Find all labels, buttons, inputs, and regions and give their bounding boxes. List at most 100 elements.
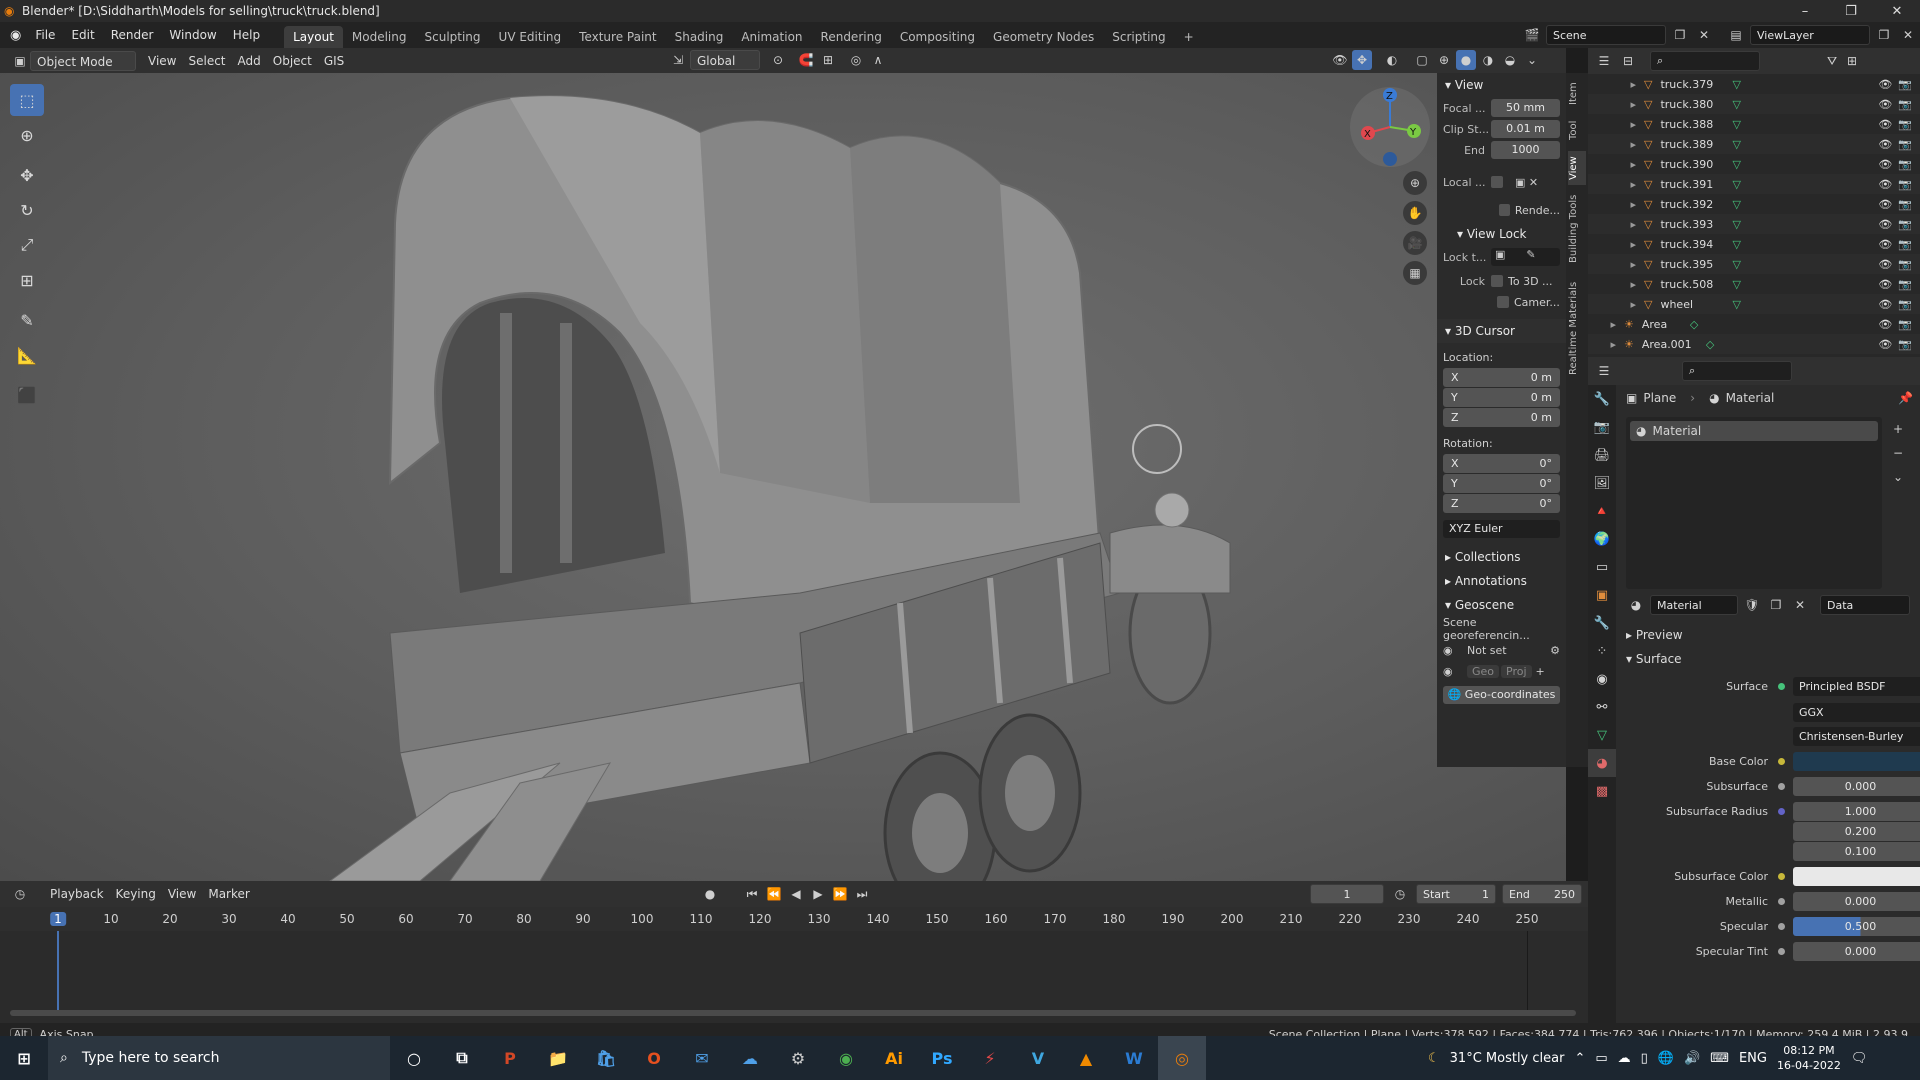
outliner-row[interactable]: ▸ ▽ truck.388 ▽ 👁 📷 <box>1588 114 1920 134</box>
subsurface-method-selector[interactable]: Christensen-Burley <box>1793 726 1920 746</box>
viewport-menu-object[interactable]: Object <box>267 51 318 71</box>
cortana-icon[interactable]: ○ <box>390 1036 438 1080</box>
cursor-location-y[interactable]: Y0 m <box>1443 388 1560 407</box>
powerpoint-icon[interactable]: P <box>486 1036 534 1080</box>
view-layer-properties-icon[interactable]: 🖼 <box>1588 469 1616 497</box>
menu-help[interactable]: Help <box>225 22 268 48</box>
menu-file[interactable]: File <box>27 22 63 48</box>
start-frame-field[interactable]: Start 1 <box>1416 884 1496 904</box>
surface-shader-selector[interactable]: Principled BSDF <box>1793 676 1920 696</box>
eye-icon[interactable]: 👁 <box>1878 138 1892 151</box>
timeline-scrollbar[interactable] <box>10 1010 1576 1016</box>
delete-view-layer-icon[interactable]: ✕ <box>1898 25 1918 45</box>
outliner-row[interactable]: ▸ ▽ truck.392 ▽ 👁 📷 <box>1588 194 1920 214</box>
render-camera-icon[interactable]: 📷 <box>1898 238 1912 251</box>
snap-target-icon[interactable]: ⊞ <box>818 50 838 70</box>
physics-properties-icon[interactable]: ◉ <box>1588 665 1616 693</box>
camera-picker-icon[interactable]: ▣ ✕ <box>1515 176 1538 189</box>
keyboard-icon[interactable]: ⌨ <box>1710 1051 1729 1066</box>
tab-building-tools[interactable]: Building Tools <box>1568 191 1586 267</box>
chrome-icon[interactable]: ◉ <box>822 1036 870 1080</box>
render-camera-icon[interactable]: 📷 <box>1898 318 1912 331</box>
tab-uv-editing[interactable]: UV Editing <box>490 26 571 48</box>
photoshop-icon[interactable]: Ps <box>918 1036 966 1080</box>
new-scene-icon[interactable]: ❐ <box>1670 25 1690 45</box>
tray-device-icon[interactable]: ▭ <box>1595 1051 1607 1066</box>
view-panel-header[interactable]: ▾ View <box>1437 73 1566 97</box>
render-camera-icon[interactable]: 📷 <box>1898 138 1912 151</box>
navigation-gizmo[interactable]: Z X Y <box>1350 87 1430 167</box>
cursor-rotation-y[interactable]: Y 0° <box>1443 474 1560 493</box>
tab-rendering[interactable]: Rendering <box>812 26 891 48</box>
modifier-properties-icon[interactable]: 🔧 <box>1588 609 1616 637</box>
tray-cloud-icon[interactable]: ☁ <box>1618 1051 1631 1066</box>
volume-icon[interactable]: 🔊 <box>1684 1051 1700 1066</box>
file-explorer-icon[interactable]: 📁 <box>534 1036 582 1080</box>
play-reverse-icon[interactable]: ◀ <box>786 884 806 904</box>
lock-camera-checkbox[interactable] <box>1497 296 1509 308</box>
render-region-checkbox[interactable] <box>1499 204 1510 216</box>
jump-end-icon[interactable]: ⏭ <box>852 884 872 904</box>
fake-user-icon[interactable]: 🛡 <box>1742 595 1762 615</box>
tab-geometry-nodes[interactable]: Geometry Nodes <box>984 26 1103 48</box>
geoscene-header[interactable]: ▾ Geoscene <box>1437 593 1566 617</box>
preview-panel-header[interactable]: ▸ Preview <box>1626 625 1683 645</box>
editor-type-icon[interactable]: ▣ <box>10 51 30 71</box>
pivot-point-icon[interactable]: ⊙ <box>768 50 788 70</box>
outliner-row[interactable]: ▸ ▽ truck.391 ▽ 👁 📷 <box>1588 174 1920 194</box>
outliner-row[interactable]: ▸ ▽ truck.380 ▽ 👁 📷 <box>1588 94 1920 114</box>
rendered-shading-icon[interactable]: ◒ <box>1500 50 1520 70</box>
outliner-editor-icon[interactable]: ☰ <box>1594 51 1614 71</box>
network-icon[interactable]: 🌐 <box>1658 1051 1674 1066</box>
eye-icon[interactable]: 👁 <box>1878 78 1892 91</box>
outliner-row[interactable]: ▸ ▽ truck.389 ▽ 👁 📷 <box>1588 134 1920 154</box>
rotation-mode-selector[interactable]: XYZ Euler <box>1443 520 1560 538</box>
tab-texture-paint[interactable]: Texture Paint <box>570 26 665 48</box>
scene-selector[interactable]: Scene <box>1546 25 1666 45</box>
settings-app-icon[interactable]: ⚙ <box>774 1036 822 1080</box>
vray-icon[interactable]: V <box>1014 1036 1062 1080</box>
language-indicator[interactable]: ENG <box>1739 1051 1767 1066</box>
wireframe-shading-icon[interactable]: ⊕ <box>1434 50 1454 70</box>
snap-icon[interactable]: 🧲 <box>796 50 816 70</box>
timeline-editor-icon[interactable]: ◷ <box>10 884 30 904</box>
tool-settings-icon[interactable]: 🔧 <box>1588 385 1616 413</box>
collection-properties-icon[interactable]: ▭ <box>1588 553 1616 581</box>
3d-viewport[interactable]: Z X Y ⊕ ✋ 🎥 ▦ <box>0 73 1566 881</box>
pan-hand-icon[interactable]: ✋ <box>1403 201 1427 225</box>
render-camera-icon[interactable]: 📷 <box>1898 258 1912 271</box>
rotate-tool-icon[interactable]: ↻ <box>10 194 44 226</box>
outliner-row[interactable]: ▸ ☀ Area ◇ 👁 📷 <box>1588 314 1920 334</box>
end-frame-field[interactable]: End 250 <box>1502 884 1582 904</box>
windows-start-icon[interactable]: ⊞ <box>0 1036 48 1080</box>
properties-editor-icon[interactable]: ☰ <box>1594 361 1614 381</box>
output-properties-icon[interactable]: 🖨 <box>1588 441 1616 469</box>
jump-keyframe-back-icon[interactable]: ⏪ <box>764 884 784 904</box>
xray-icon[interactable]: ▢ <box>1412 50 1432 70</box>
remove-slot-icon[interactable]: − <box>1888 443 1908 463</box>
zoom-icon[interactable]: ⊕ <box>1403 171 1427 195</box>
solid-shading-icon[interactable]: ● <box>1456 50 1476 70</box>
menu-edit[interactable]: Edit <box>63 22 102 48</box>
filter-icon[interactable]: ⛛ <box>1822 51 1842 71</box>
geoscene-settings-icon[interactable]: ⚙ <box>1550 644 1560 657</box>
sketchup-icon[interactable]: ⚡ <box>966 1036 1014 1080</box>
illustrator-icon[interactable]: Ai <box>870 1036 918 1080</box>
lock-object-field[interactable]: ▣ ✎ <box>1491 248 1560 266</box>
outliner-row[interactable]: ▸ ▽ wheel ▽ 👁 📷 <box>1588 294 1920 314</box>
cursor-rotation-x[interactable]: X 0° <box>1443 454 1560 473</box>
clip-end-field[interactable]: 1000 <box>1491 141 1560 159</box>
shading-options-icon[interactable]: ⌄ <box>1522 50 1542 70</box>
tab-compositing[interactable]: Compositing <box>891 26 984 48</box>
cursor-location-z[interactable]: Z0 m <box>1443 408 1560 427</box>
clip-start-field[interactable]: 0.01 m <box>1491 120 1560 138</box>
annotations-header[interactable]: ▸ Annotations <box>1437 569 1566 593</box>
transform-orientation-selector[interactable]: Global <box>690 50 760 70</box>
overlay-icon[interactable]: ◐ <box>1382 50 1402 70</box>
material-name-field[interactable]: Material <box>1650 595 1738 615</box>
eye-icon[interactable]: 👁 <box>1878 198 1892 211</box>
distribution-selector[interactable]: GGX <box>1793 702 1920 722</box>
outliner-search-input[interactable]: ⌕ <box>1650 51 1760 71</box>
tab-shading[interactable]: Shading <box>666 26 733 48</box>
proportional-edit-icon[interactable]: ◎ <box>846 50 866 70</box>
